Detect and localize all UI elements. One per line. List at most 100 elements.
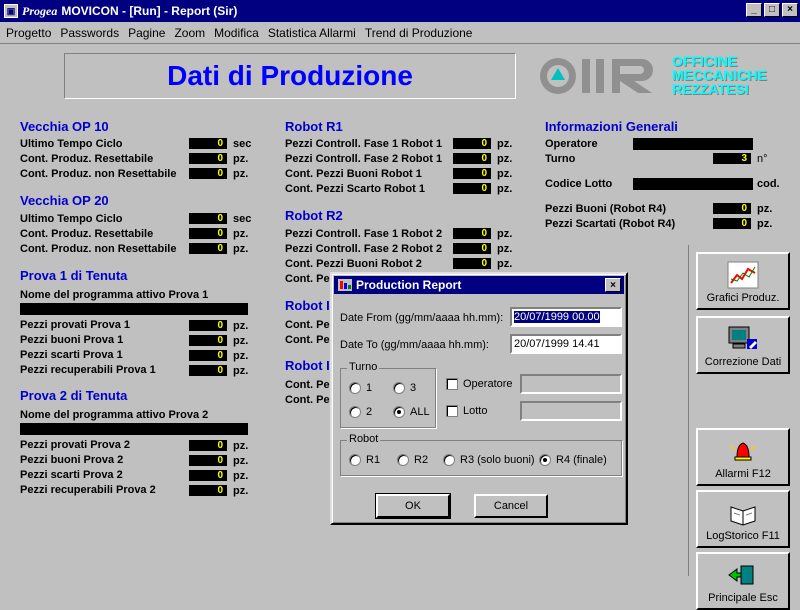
menu-zoom[interactable]: Zoom xyxy=(174,26,205,40)
row-label: Pezzi buoni Prova 2 xyxy=(20,454,124,466)
turno-radio-1[interactable]: 1 xyxy=(349,382,372,394)
book-icon xyxy=(726,498,760,528)
minimize-button[interactable]: _ xyxy=(746,3,762,17)
value-display: 0 xyxy=(453,258,491,269)
unit-label: pz. xyxy=(233,485,249,497)
unit-label: pz. xyxy=(497,228,513,240)
radio-label: 3 xyxy=(410,382,417,394)
row-label: Pezzi Controll. Fase 2 Robot 1 xyxy=(285,153,443,165)
row-label: Pezzi provati Prova 1 xyxy=(20,319,131,331)
value-display: 0 xyxy=(453,168,491,179)
correzione-button[interactable]: Correzione Dati xyxy=(696,316,790,374)
turno-radio-3[interactable]: 3 xyxy=(393,382,416,394)
menu-passwords[interactable]: Passwords xyxy=(60,26,119,40)
robot-radio-r3[interactable]: R3 (solo buoni) xyxy=(443,454,535,466)
button-label: Correzione Dati xyxy=(704,356,782,368)
dialog-app-icon xyxy=(338,279,352,291)
row-label: Cont. Produz. non Resettabile xyxy=(20,243,177,255)
menu-trend-produzione[interactable]: Trend di Produzione xyxy=(365,26,473,40)
row-label: Cont. Produz. non Resettabile xyxy=(20,168,177,180)
logo-line-2: MECCANICHE xyxy=(672,67,767,83)
turno-radio-all[interactable]: ALL xyxy=(393,406,430,418)
page-title-panel: Dati di Produzione xyxy=(64,53,516,99)
menu-pagine[interactable]: Pagine xyxy=(128,26,165,40)
row-label: Cont. Produz. Resettabile xyxy=(20,153,154,165)
unit-label: pz. xyxy=(233,455,249,467)
lotto-checkbox[interactable]: Lotto xyxy=(446,405,487,417)
menu-progetto[interactable]: Progetto xyxy=(6,26,51,40)
row-label: Ultimo Tempo Ciclo xyxy=(20,138,123,150)
dialog-titlebar: Production Report xyxy=(334,276,624,294)
turno-display: 3 xyxy=(713,153,751,164)
dialog-close-button[interactable]: × xyxy=(605,278,621,292)
logstorico-button[interactable]: LogStorico F11 xyxy=(696,490,790,548)
value-display: 0 xyxy=(189,320,227,331)
menu-modifica[interactable]: Modifica xyxy=(214,26,259,40)
unit-label: pz. xyxy=(497,138,513,150)
computer-edit-icon xyxy=(726,324,760,354)
principale-button[interactable]: Principale Esc xyxy=(696,552,790,610)
section-title-op20: Vecchia OP 20 xyxy=(20,193,109,208)
app-icon[interactable]: ▣ xyxy=(4,4,18,18)
row-label: Cont. Pezzi Buoni Robot 1 xyxy=(285,168,422,180)
section-title-prova1: Prova 1 di Tenuta xyxy=(20,268,128,283)
date-from-input[interactable]: 20/07/1999 00.00 xyxy=(510,307,622,327)
value-display: 0 xyxy=(189,153,227,164)
unit-label: pz. xyxy=(233,168,249,180)
turno-group: Turno 1 3 2 ALL xyxy=(340,361,436,428)
maximize-button[interactable]: □ xyxy=(764,3,780,17)
logo-line-1: OFFICINE xyxy=(672,53,738,69)
scartati-display: 0 xyxy=(713,218,751,229)
lotto-input[interactable] xyxy=(520,401,622,421)
value-display: 0 xyxy=(189,243,227,254)
radio-circle xyxy=(349,382,361,394)
radio-circle xyxy=(349,454,361,466)
turno-label: Turno xyxy=(545,153,576,165)
row-label: Cont. Pe xyxy=(285,273,330,285)
value-display: 0 xyxy=(189,168,227,179)
section-title-r2: Robot R2 xyxy=(285,208,343,223)
unit-label: pz. xyxy=(233,320,249,332)
unit-label: pz. xyxy=(233,365,249,377)
alarm-bell-icon xyxy=(726,436,760,466)
program-name-display xyxy=(20,423,248,435)
omr-logo-icon xyxy=(540,58,653,94)
close-button[interactable]: × xyxy=(782,3,798,17)
grafici-button[interactable]: Grafici Produz. xyxy=(696,252,790,310)
allarmi-button[interactable]: Allarmi F12 xyxy=(696,428,790,486)
cancel-button[interactable]: Cancel xyxy=(474,494,548,518)
radio-circle-selected xyxy=(393,406,405,418)
section-title-r4: Robot I xyxy=(285,358,330,373)
robot-radio-r1[interactable]: R1 xyxy=(349,454,380,466)
row-label: Pezzi buoni Prova 1 xyxy=(20,334,124,346)
unit-label: pz. xyxy=(497,168,513,180)
row-label: Pezzi scarti Prova 2 xyxy=(20,469,123,481)
value-display: 0 xyxy=(453,243,491,254)
section-title-op10: Vecchia OP 10 xyxy=(20,119,109,134)
radio-circle xyxy=(349,406,361,418)
value-display: 0 xyxy=(189,213,227,224)
checkbox-box xyxy=(446,405,458,417)
turno-radio-2[interactable]: 2 xyxy=(349,406,372,418)
lotto-label: Codice Lotto xyxy=(545,178,613,190)
row-label: Pezzi Controll. Fase 2 Robot 2 xyxy=(285,243,443,255)
operatore-checkbox[interactable]: Operatore xyxy=(446,378,513,390)
menu-statistica-allarmi[interactable]: Statistica Allarmi xyxy=(268,26,356,40)
robot-group: Robot R1 R2 R3 (solo buoni) R4 (finale) xyxy=(340,433,622,476)
robot-radio-r4[interactable]: R4 (finale) xyxy=(539,454,607,466)
window-title: MOVICON - [Run] - Report (Sir) xyxy=(61,4,238,18)
ok-button[interactable]: OK xyxy=(375,493,451,519)
operatore-input[interactable] xyxy=(520,374,622,394)
date-to-label: Date To (gg/mm/aaaa hh.mm): xyxy=(340,339,489,351)
value-display: 0 xyxy=(189,138,227,149)
row-label: Ultimo Tempo Ciclo xyxy=(20,213,123,225)
radio-circle-selected xyxy=(539,454,551,466)
section-title-info: Informazioni Generali xyxy=(545,119,678,134)
robot-radio-r2[interactable]: R2 xyxy=(397,454,428,466)
company-logo: OFFICINE MECCANICHE REZZATESI xyxy=(536,51,796,101)
unit-label: pz. xyxy=(757,218,773,230)
date-to-input[interactable]: 20/07/1999 14.41 xyxy=(510,334,622,354)
value-display: 0 xyxy=(189,440,227,451)
row-label: Pezzi Controll. Fase 1 Robot 1 xyxy=(285,138,443,150)
logo-line-3: REZZATESI xyxy=(672,81,749,97)
